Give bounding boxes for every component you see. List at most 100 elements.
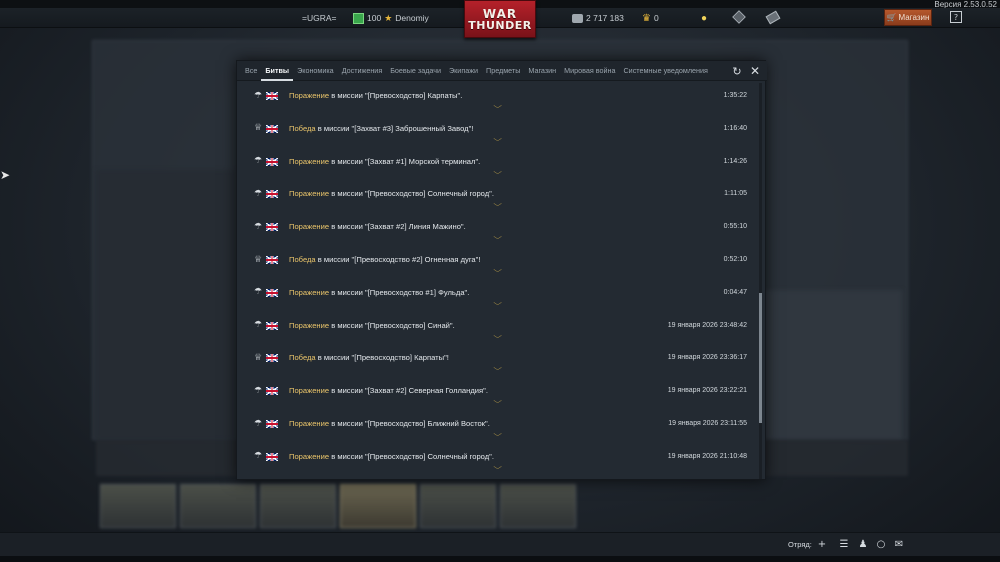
- chat-icon[interactable]: ○: [875, 538, 887, 550]
- coupon-icon[interactable]: [765, 10, 781, 25]
- mail-icon[interactable]: ✉: [893, 538, 905, 550]
- cursor-icon: ➤: [0, 168, 11, 182]
- add-squad-icon[interactable]: +: [816, 538, 828, 550]
- vehicle-slot[interactable]: [420, 484, 496, 528]
- battle-message: Поражение в миссии "[Превосходство] Сина…: [289, 321, 455, 330]
- tab-item[interactable]: Битвы: [261, 61, 294, 81]
- battle-result: Поражение: [289, 419, 330, 428]
- battle-row[interactable]: ♕ Победа в миссии "[Превосходство] Карпат…: [237, 345, 757, 378]
- uk-flag-icon: [266, 190, 278, 199]
- logo-line2: THUNDER: [468, 18, 532, 32]
- battle-mission: в миссии "[Захват #2] Северная Голландия…: [329, 386, 488, 396]
- vehicle-slot[interactable]: [500, 484, 576, 528]
- help-button[interactable]: ?: [950, 11, 962, 23]
- battle-row[interactable]: ☂ Поражение в миссии "[Захват #2] Северна…: [237, 378, 757, 411]
- chevron-down-icon[interactable]: ⌵: [493, 463, 502, 472]
- scroll-thumb[interactable]: [759, 293, 762, 423]
- battle-time: 1:16:40: [723, 124, 747, 132]
- battle-mission: в миссии "[Захват #2] Линия Мажино".: [329, 222, 466, 232]
- player-level: 100: [367, 13, 382, 23]
- parachute-icon: ☂: [253, 287, 263, 298]
- shop-button[interactable]: 🛒 Магазин: [884, 9, 932, 26]
- battle-time: 1:14:26: [723, 157, 747, 165]
- silver-lions[interactable]: 2 717 183: [572, 11, 624, 25]
- tab-item[interactable]: Боевые задачи: [386, 61, 445, 81]
- battle-result: Поражение: [289, 287, 330, 297]
- vehicle-slot[interactable]: [100, 484, 176, 528]
- chevron-down-icon[interactable]: ⌵: [493, 364, 502, 373]
- uk-flag-icon: [266, 452, 278, 461]
- chevron-down-icon[interactable]: ⌵: [493, 299, 502, 308]
- battle-message: Победа в миссии "[Превосходство #2] Огне…: [289, 255, 480, 264]
- battle-row[interactable]: ☂ Поражение в миссии "[Захват #1] Морской…: [237, 149, 757, 182]
- battle-row[interactable]: ♕ Победа в миссии "[Захват #3] Заброшенны…: [237, 116, 757, 149]
- premium-icon[interactable]: [732, 10, 746, 24]
- battle-row[interactable]: ☂ Поражение в миссии "[Захват #2] Линия М…: [237, 214, 757, 247]
- parachute-icon: ☂: [253, 156, 263, 167]
- battle-row[interactable]: ☂ Поражение в миссии "[Превосходство] Син…: [237, 313, 757, 346]
- background-left-column: [96, 170, 236, 440]
- battle-row[interactable]: ☂ Поражение в миссии "[Превосходство #1] …: [237, 280, 757, 313]
- battle-row[interactable]: ☂ Поражение в миссии "[Превосходство] Сол…: [237, 181, 757, 214]
- battle-time: 1:35:22: [723, 92, 747, 99]
- shop-label: Магазин: [898, 13, 930, 22]
- golden-eagles-value: 0: [653, 13, 659, 23]
- bottom-bar: Отряд: + ☰ ♟ ○ ✉: [0, 532, 1000, 556]
- uk-flag-icon: [266, 124, 278, 133]
- battle-row[interactable]: ☂ Поражение в миссии "[Превосходство] Кар…: [237, 83, 757, 116]
- chevron-down-icon[interactable]: ⌵: [493, 430, 502, 439]
- uk-flag-icon: [266, 387, 278, 396]
- profile-info[interactable]: 100 ★ Denomiy: [353, 11, 429, 25]
- chevron-down-icon[interactable]: ⌵: [493, 332, 502, 341]
- refresh-button[interactable]: ↻: [731, 65, 743, 78]
- chevron-down-icon[interactable]: ⌵: [493, 266, 502, 275]
- chevron-down-icon[interactable]: ⌵: [493, 233, 502, 242]
- uk-flag-icon: [266, 354, 278, 363]
- battle-message: Поражение в миссии "[Превосходство] Карп…: [289, 91, 462, 100]
- trophy-icon: ♕: [253, 123, 263, 134]
- battle-time: 0:04:47: [723, 288, 747, 296]
- clan-tag[interactable]: =UGRA=: [302, 11, 337, 25]
- vehicle-slot[interactable]: [260, 484, 336, 528]
- battle-result: Поражение: [289, 451, 330, 461]
- battle-mission: в миссии "[Превосходство] Ближний Восток…: [329, 419, 490, 428]
- battle-message: Победа в миссии "[Превосходство] Карпаты…: [289, 353, 449, 362]
- battle-row[interactable]: ♕ Победа в миссии "[Превосходство #2] Огн…: [237, 247, 757, 280]
- tab-item[interactable]: Экипажи: [445, 61, 482, 81]
- chevron-down-icon[interactable]: ⌵: [493, 200, 502, 209]
- bottom-strip: [0, 556, 1000, 562]
- chevron-down-icon[interactable]: ⌵: [493, 397, 502, 406]
- tab-item[interactable]: Достижения: [338, 61, 387, 81]
- tab-item[interactable]: Магазин: [524, 61, 560, 81]
- battle-mission: в миссии "[Превосходство] Солнечный горо…: [329, 451, 494, 461]
- battle-mission: в миссии "[Захват #1] Морской терминал".: [329, 156, 481, 166]
- battle-row[interactable]: ☂ Поражение в миссии "[Превосходство] Сол…: [237, 444, 757, 477]
- war-thunder-logo[interactable]: WAR THUNDER: [464, 0, 536, 38]
- battle-message: Поражение в миссии "[Захват #2] Линия Ма…: [289, 222, 466, 231]
- battle-time: 19 января 2026 23:11:55: [668, 420, 747, 427]
- scrollbar[interactable]: [759, 83, 762, 479]
- tab-item[interactable]: Мировая война: [560, 61, 619, 81]
- battle-time: 1:11:05: [724, 190, 747, 198]
- battle-mission: в миссии "[Превосходство] Карпаты"!: [315, 353, 449, 363]
- chevron-down-icon[interactable]: ⌵: [493, 168, 502, 177]
- tab-item[interactable]: Предметы: [482, 61, 524, 81]
- lightbulb-icon[interactable]: ●: [701, 11, 707, 25]
- battle-mission: в миссии "[Захват #3] Заброшенный Завод"…: [315, 123, 474, 133]
- battle-row[interactable]: ☂ Поражение в миссии "[Превосходство] Бли…: [237, 411, 757, 444]
- trophy-icon: ♕: [253, 352, 263, 363]
- tab-item[interactable]: Экономика: [293, 61, 338, 81]
- chevron-down-icon[interactable]: ⌵: [493, 135, 502, 144]
- vehicle-slot[interactable]: [180, 484, 256, 528]
- vehicle-slot[interactable]: [340, 484, 416, 528]
- tab-item[interactable]: Системные уведомления: [619, 61, 711, 81]
- battle-message: Поражение в миссии "[Превосходство] Солн…: [289, 189, 494, 198]
- golden-eagles[interactable]: ♛ 0: [642, 11, 659, 25]
- tab-item[interactable]: Все: [241, 61, 261, 81]
- chevron-down-icon[interactable]: ⌵: [493, 102, 502, 111]
- list-icon[interactable]: ☰: [838, 538, 850, 550]
- close-button[interactable]: ✕: [749, 64, 761, 78]
- eagle-icon: ♛: [642, 12, 651, 24]
- battle-result: Поражение: [289, 189, 330, 199]
- contacts-icon[interactable]: ♟: [857, 538, 869, 550]
